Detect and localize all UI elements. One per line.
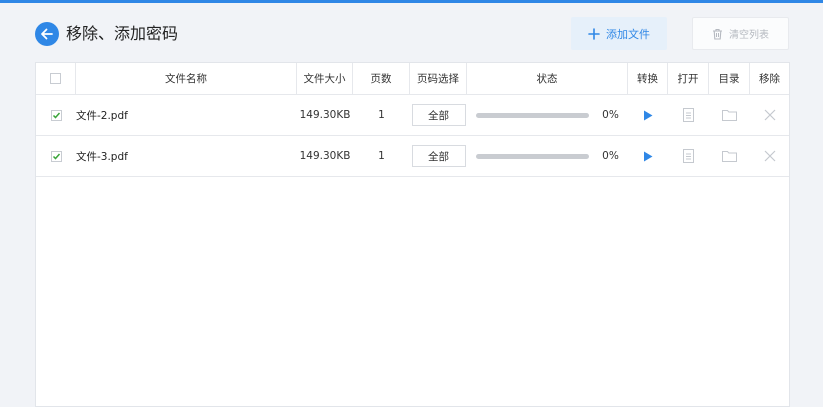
file-name-cell: 文件-3.pdf (76, 136, 297, 176)
file-size: 149.30KB (297, 95, 353, 135)
row-checkbox[interactable] (50, 150, 62, 162)
header-select-all[interactable] (36, 63, 76, 94)
folder-cell (709, 95, 750, 135)
arrow-left-icon (41, 28, 53, 40)
progress-bar (476, 112, 590, 118)
status-cell: 0% (467, 95, 628, 135)
page-select-button[interactable]: 全部 (411, 104, 466, 126)
column-header-remove: 移除 (759, 73, 780, 85)
column-header-size: 文件大小 (297, 63, 353, 94)
close-icon[interactable] (764, 109, 776, 121)
column-header-page-select: 页码选择 (410, 63, 467, 94)
remove-cell (750, 95, 789, 135)
table-row: 文件-3.pdf 149.30KB 1 全部 0% (36, 136, 789, 177)
column-header-name: 文件名称 (76, 63, 297, 94)
file-name-cell: 文件-2.pdf (76, 95, 297, 135)
top-accent-bar (0, 0, 823, 3)
folder-cell (709, 136, 750, 176)
file-table: 文件名称 文件大小 页数 页码选择 状态 转换 打开 目录 移除 文件-2.pd… (35, 62, 790, 407)
page-count-value: 1 (378, 109, 385, 121)
document-icon[interactable] (683, 108, 694, 122)
remove-cell (750, 136, 789, 176)
page-count-value: 1 (378, 150, 385, 162)
convert-cell (628, 95, 668, 135)
column-header-status: 状态 (467, 63, 628, 94)
check-icon (52, 153, 60, 160)
play-icon[interactable] (643, 110, 653, 121)
trash-icon (713, 28, 722, 40)
page-select-cell: 全部 (410, 95, 467, 135)
play-icon[interactable] (643, 151, 653, 162)
check-icon (52, 112, 60, 119)
open-cell (668, 95, 709, 135)
open-cell (668, 136, 709, 176)
progress-percent: 0% (602, 150, 619, 162)
page-count: 1 (353, 95, 410, 135)
convert-cell (628, 136, 668, 176)
column-header-pages: 页数 (353, 63, 410, 94)
row-checkbox-cell (36, 136, 76, 176)
column-header-folder: 目录 (709, 63, 750, 94)
add-file-button[interactable]: 添加文件 (571, 17, 667, 50)
clear-list-button[interactable]: 清空列表 (692, 17, 789, 50)
document-icon[interactable] (683, 149, 694, 163)
file-size-value: 149.30KB (299, 109, 351, 121)
column-header-convert: 转换 (628, 63, 668, 94)
back-button[interactable] (35, 22, 59, 46)
folder-icon[interactable] (722, 150, 737, 162)
close-icon[interactable] (764, 150, 776, 162)
add-file-label: 添加文件 (606, 27, 650, 41)
file-size-value: 149.30KB (299, 150, 351, 162)
page-count: 1 (353, 136, 410, 176)
file-name: 文件-2.pdf (76, 109, 128, 122)
progress-bar (476, 153, 590, 159)
row-checkbox[interactable] (50, 109, 62, 121)
row-checkbox-cell (36, 95, 76, 135)
clear-list-label: 清空列表 (729, 30, 769, 41)
folder-icon[interactable] (722, 109, 737, 121)
page-select-button[interactable]: 全部 (411, 145, 466, 167)
plus-icon (588, 27, 600, 40)
file-name: 文件-3.pdf (76, 150, 128, 163)
table-header: 文件名称 文件大小 页数 页码选择 状态 转换 打开 目录 移除 (36, 63, 789, 95)
progress-percent: 0% (602, 109, 619, 121)
page-select-cell: 全部 (410, 136, 467, 176)
status-cell: 0% (467, 136, 628, 176)
table-row: 文件-2.pdf 149.30KB 1 全部 0% (36, 95, 789, 136)
column-header-open: 打开 (668, 63, 709, 94)
select-all-checkbox[interactable] (50, 73, 61, 84)
file-size: 149.30KB (297, 136, 353, 176)
page-title: 移除、添加密码 (66, 24, 179, 43)
